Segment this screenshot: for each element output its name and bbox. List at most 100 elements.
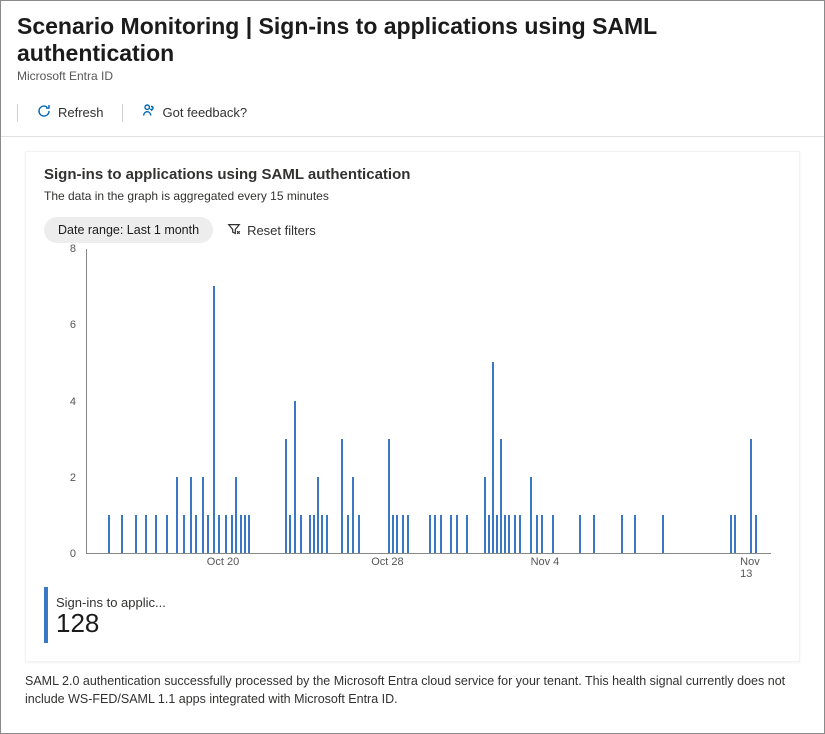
chart-bar[interactable] (429, 515, 431, 553)
chart-bar[interactable] (166, 515, 168, 553)
chart-bar[interactable] (593, 515, 595, 553)
chart-bar[interactable] (508, 515, 510, 553)
chart-bar[interactable] (456, 515, 458, 553)
chart-bar[interactable] (145, 515, 147, 553)
chart-bar[interactable] (235, 477, 237, 553)
reset-filters-button[interactable]: Reset filters (227, 222, 316, 239)
filter-row: Date range: Last 1 month Reset filters (44, 217, 781, 243)
chart-area: 02468 Oct 20Oct 28Nov 4Nov 13 (44, 249, 781, 579)
filter-reset-icon (227, 222, 241, 239)
chart-bar[interactable] (621, 515, 623, 553)
x-tick-label: Oct 20 (207, 556, 239, 568)
chart-bar[interactable] (484, 477, 486, 553)
chart-bar[interactable] (750, 439, 752, 553)
chart-x-axis: Oct 20Oct 28Nov 4Nov 13 (86, 556, 771, 576)
chart-bar[interactable] (492, 362, 494, 553)
chart-legend: Sign-ins to applic... 128 (44, 587, 781, 643)
chart-y-axis: 02468 (44, 249, 82, 554)
chart-bar[interactable] (135, 515, 137, 553)
chart-bar[interactable] (514, 515, 516, 553)
chart-bar[interactable] (519, 515, 521, 553)
chart-bar[interactable] (225, 515, 227, 553)
chart-bar[interactable] (321, 515, 323, 553)
chart-bar[interactable] (248, 515, 250, 553)
refresh-button[interactable]: Refresh (28, 99, 112, 126)
y-tick-label: 0 (70, 548, 76, 560)
y-tick-label: 8 (70, 243, 76, 255)
date-range-chip[interactable]: Date range: Last 1 month (44, 217, 213, 243)
chart-bar[interactable] (317, 477, 319, 553)
page-title: Scenario Monitoring | Sign-ins to applic… (17, 13, 808, 67)
chart-bar[interactable] (434, 515, 436, 553)
feedback-label: Got feedback? (163, 105, 248, 120)
chart-bar[interactable] (240, 515, 242, 553)
chart-bar[interactable] (202, 477, 204, 553)
chart-bar[interactable] (313, 515, 315, 553)
chart-bar[interactable] (108, 515, 110, 553)
chart-plot[interactable] (86, 249, 771, 554)
chart-bar[interactable] (213, 286, 215, 553)
y-tick-label: 4 (70, 396, 76, 408)
chart-bar[interactable] (396, 515, 398, 553)
chart-bar[interactable] (207, 515, 209, 553)
chart-bar[interactable] (121, 515, 123, 553)
chart-bar[interactable] (536, 515, 538, 553)
chart-bar[interactable] (244, 515, 246, 553)
chart-bar[interactable] (326, 515, 328, 553)
page-subtitle: Microsoft Entra ID (17, 69, 808, 83)
chart-subtitle: The data in the graph is aggregated ever… (44, 189, 781, 203)
y-tick-label: 2 (70, 472, 76, 484)
chart-bar[interactable] (388, 439, 390, 553)
chart-bar[interactable] (347, 515, 349, 553)
chart-title: Sign-ins to applications using SAML auth… (44, 166, 781, 183)
chart-bar[interactable] (341, 439, 343, 553)
chart-bar[interactable] (183, 515, 185, 553)
chart-bar[interactable] (392, 515, 394, 553)
chart-bar[interactable] (450, 515, 452, 553)
chart-bar[interactable] (402, 515, 404, 553)
legend-value: 128 (56, 610, 166, 636)
chart-bar[interactable] (504, 515, 506, 553)
chart-bar[interactable] (755, 515, 757, 553)
refresh-icon (36, 103, 52, 122)
chart-bar[interactable] (294, 401, 296, 554)
chart-bar[interactable] (500, 439, 502, 553)
chart-bar[interactable] (285, 439, 287, 553)
chart-bar[interactable] (734, 515, 736, 553)
chart-card: Sign-ins to applications using SAML auth… (25, 151, 800, 662)
chart-bar[interactable] (488, 515, 490, 553)
chart-bar[interactable] (358, 515, 360, 553)
chart-bar[interactable] (730, 515, 732, 553)
x-tick-label: Nov 13 (740, 556, 761, 580)
chart-bar[interactable] (466, 515, 468, 553)
toolbar-separator (17, 104, 18, 122)
footer-note: SAML 2.0 authentication successfully pro… (25, 672, 795, 708)
feedback-button[interactable]: Got feedback? (133, 99, 256, 126)
chart-bar[interactable] (195, 515, 197, 553)
chart-bar[interactable] (530, 477, 532, 553)
chart-bar[interactable] (176, 477, 178, 553)
chart-bar[interactable] (218, 515, 220, 553)
chart-bar[interactable] (440, 515, 442, 553)
chart-bar[interactable] (309, 515, 311, 553)
chart-bar[interactable] (407, 515, 409, 553)
chart-bar[interactable] (190, 477, 192, 553)
x-tick-label: Oct 28 (371, 556, 403, 568)
chart-bar[interactable] (579, 515, 581, 553)
chart-bar[interactable] (155, 515, 157, 553)
toolbar-separator (122, 104, 123, 122)
chart-bar[interactable] (496, 515, 498, 553)
reset-filters-label: Reset filters (247, 223, 316, 238)
chart-bar[interactable] (231, 515, 233, 553)
chart-bar[interactable] (541, 515, 543, 553)
chart-bar[interactable] (289, 515, 291, 553)
chart-bar[interactable] (552, 515, 554, 553)
chart-bar[interactable] (300, 515, 302, 553)
refresh-label: Refresh (58, 105, 104, 120)
chart-bar[interactable] (662, 515, 664, 553)
feedback-icon (141, 103, 157, 122)
chart-bar[interactable] (352, 477, 354, 553)
chart-bar[interactable] (634, 515, 636, 553)
y-tick-label: 6 (70, 319, 76, 331)
toolbar: Refresh Got feedback? (1, 89, 824, 137)
